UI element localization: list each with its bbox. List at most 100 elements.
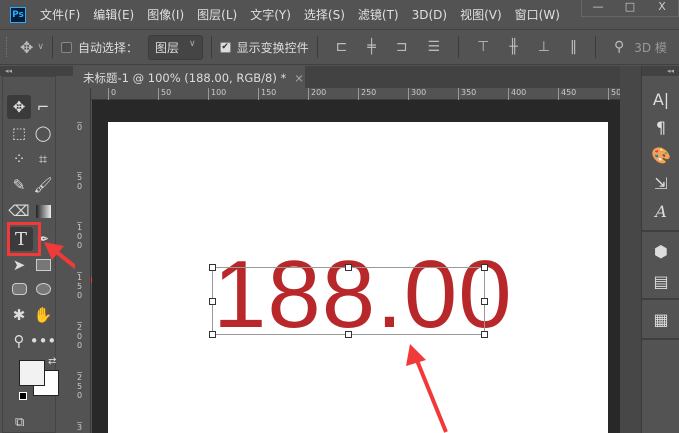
- 3d-panel-icon[interactable]: ⬢: [650, 242, 672, 261]
- layer-select-value: 图层: [155, 40, 180, 55]
- align-bottom-icon[interactable]: ⊥: [538, 39, 550, 55]
- menu-view[interactable]: 视图(V): [460, 6, 502, 23]
- default-colors-icon[interactable]: [19, 392, 27, 400]
- align-middle-v-icon[interactable]: ╫: [509, 39, 517, 55]
- hand-tool-icon[interactable]: ✋: [31, 303, 55, 327]
- document-tab-bar: 未标题-1 @ 100% (188.00, RGB/8) * ×: [75, 66, 620, 88]
- divider: [642, 338, 679, 340]
- transform-handle[interactable]: [481, 264, 488, 271]
- show-transform-checkbox[interactable]: ✔: [219, 41, 231, 53]
- document-tab-title: 未标题-1 @ 100% (188.00, RGB/8) *: [83, 71, 287, 85]
- custom-shape-tool-icon[interactable]: ✱: [7, 303, 31, 327]
- divider: [316, 36, 318, 58]
- lasso-tool-icon[interactable]: ◯: [31, 121, 55, 145]
- align-right-icon[interactable]: ⊐: [396, 39, 408, 55]
- search-icon[interactable]: ⚲: [614, 39, 624, 55]
- layer-select[interactable]: 图层 ∨: [148, 34, 203, 60]
- menu-file[interactable]: 文件(F): [40, 6, 80, 23]
- divider: [594, 36, 596, 58]
- eraser-tool-icon[interactable]: ⌫: [7, 199, 31, 223]
- properties-panel-icon[interactable]: ▤: [650, 272, 672, 291]
- distribute-v-icon[interactable]: ‖: [570, 39, 577, 55]
- 3d-mode-label[interactable]: 3D 模: [634, 39, 667, 56]
- grip-handle[interactable]: [6, 37, 10, 57]
- auto-select-checkbox[interactable]: [61, 41, 72, 53]
- auto-select-label: 自动选择：: [78, 40, 139, 55]
- quick-select-tool-icon[interactable]: ⁘: [7, 147, 31, 171]
- transform-handle[interactable]: [345, 331, 352, 338]
- menu-image[interactable]: 图像(I): [147, 6, 184, 23]
- ruler-tick-label: 350: [458, 88, 476, 100]
- maximize-button[interactable]: □: [614, 0, 646, 16]
- menu-layer[interactable]: 图层(L): [197, 6, 237, 23]
- align-top-icon[interactable]: ⊤: [477, 39, 489, 55]
- history-panel-icon[interactable]: ⇲: [650, 174, 672, 193]
- vertical-ruler[interactable]: 0 5 0 1 0 0 1 5 0 2 0 0 2 5 0 3: [75, 88, 91, 433]
- crop-tool-icon[interactable]: ⌗: [31, 147, 55, 171]
- transform-handle[interactable]: [209, 331, 216, 338]
- menu-filter[interactable]: 滤镜(T): [358, 6, 399, 23]
- path-select-tool-icon[interactable]: ➤: [7, 253, 31, 277]
- swap-colors-icon[interactable]: ⇄: [48, 356, 56, 367]
- show-transform-label: 显示变换控件: [236, 40, 309, 55]
- chevron-down-icon: ∨: [189, 38, 196, 49]
- ruler-tick-label: 200: [308, 88, 326, 100]
- eyedropper-tool-icon[interactable]: ✎: [7, 173, 31, 197]
- menu-type[interactable]: 文字(Y): [250, 6, 291, 23]
- align-left-icon[interactable]: ⊏: [336, 39, 348, 55]
- distribute-icon[interactable]: ☰: [428, 39, 441, 55]
- glyphs-panel-icon[interactable]: A: [650, 202, 672, 221]
- close-button[interactable]: X: [646, 0, 678, 16]
- foreground-color-swatch[interactable]: [19, 360, 45, 386]
- marquee-tool-icon[interactable]: ⬚: [7, 121, 31, 145]
- minimize-button[interactable]: —: [582, 0, 614, 16]
- screen-mode-icon[interactable]: ⧉: [15, 415, 24, 430]
- ruler-tick-label: 1 5 0: [77, 272, 83, 300]
- gradient-tool-icon[interactable]: [31, 199, 55, 223]
- color-palette-icon[interactable]: 🎨: [650, 146, 672, 165]
- document-tab[interactable]: 未标题-1 @ 100% (188.00, RGB/8) * ×: [75, 66, 305, 88]
- move-tool-icon[interactable]: ✥: [7, 95, 31, 119]
- transform-bounding-box[interactable]: [212, 267, 485, 335]
- brush-tool-icon[interactable]: 🖌: [31, 173, 55, 197]
- ruler-tick-label: 0: [108, 88, 116, 100]
- zoom-tool-icon[interactable]: ⚲: [7, 329, 31, 353]
- ruler-tick-label: 100: [208, 88, 226, 100]
- transform-handle[interactable]: [345, 264, 352, 271]
- rounded-rect-tool-icon[interactable]: [7, 277, 31, 301]
- ruler-tick-label: 150: [258, 88, 276, 100]
- transform-handle[interactable]: [209, 298, 216, 305]
- chevron-down-icon[interactable]: ∨: [37, 42, 44, 52]
- transform-handle[interactable]: [481, 298, 488, 305]
- ruler-tick-label: 2 0 0: [77, 322, 83, 350]
- transform-handle[interactable]: [481, 331, 488, 338]
- window-controls: — □ X: [581, 0, 679, 17]
- menu-edit[interactable]: 编辑(E): [93, 6, 134, 23]
- ruler-tick-label: 5 0: [77, 172, 83, 191]
- menu-select[interactable]: 选择(S): [304, 6, 345, 23]
- menu-3d[interactable]: 3D(D): [412, 8, 447, 22]
- menu-window[interactable]: 窗口(W): [515, 6, 560, 23]
- collapse-icon[interactable]: ◂◂: [642, 66, 679, 76]
- annotation-arrow-bottom: [406, 344, 448, 433]
- transform-handle[interactable]: [209, 264, 216, 271]
- ruler-tick-label: 450: [558, 88, 576, 100]
- ruler-tick-label: 3: [77, 422, 83, 432]
- horizontal-ruler[interactable]: 0 50 100 150 200 250 300 350 400 450 500: [91, 88, 626, 100]
- right-panel-dock: ◂◂ A| ¶ 🎨 ⇲ A ⬢ ▤ ▦: [641, 66, 679, 433]
- options-bar: ✥ ∨ 自动选择： 图层 ∨ ✔ 显示变换控件 ⊏ ╪ ⊐ ☰ ⊤ ╫ ⊥ ‖ ⚲…: [0, 29, 679, 65]
- grid-panel-icon[interactable]: ▦: [650, 310, 672, 329]
- move-icon[interactable]: ✥: [20, 38, 33, 57]
- artboard-tool-icon[interactable]: ⌐: [31, 95, 55, 119]
- panel-dock-gap: [620, 66, 641, 433]
- paragraph-panel-icon[interactable]: ¶: [650, 118, 672, 137]
- divider: [52, 36, 53, 58]
- align-center-h-icon[interactable]: ╪: [367, 39, 375, 55]
- close-tab-icon[interactable]: ×: [294, 71, 304, 85]
- ruler-tick-label: 300: [408, 88, 426, 100]
- character-panel-icon[interactable]: A|: [650, 90, 672, 109]
- more-tools-icon[interactable]: •••: [30, 329, 57, 353]
- collapse-icon[interactable]: ◂◂: [0, 66, 73, 76]
- divider: [642, 298, 679, 300]
- divider: [642, 230, 679, 232]
